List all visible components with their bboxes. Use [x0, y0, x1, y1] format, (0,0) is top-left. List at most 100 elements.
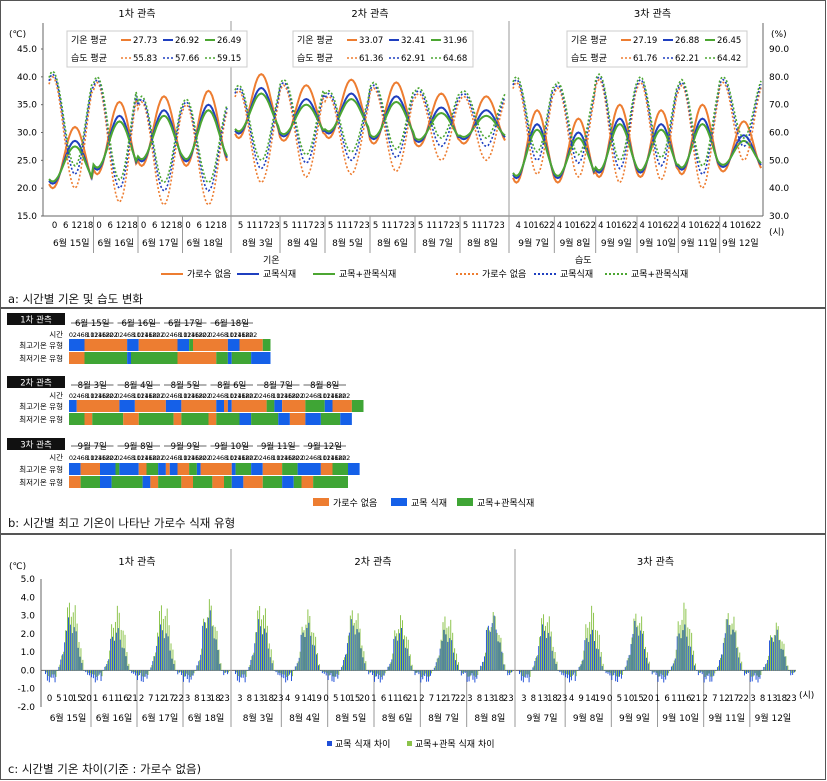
hour-tick: 17	[348, 221, 359, 231]
legend-label: 교목식재	[560, 269, 593, 280]
diff-bar-tree	[89, 670, 91, 676]
type-cell-treeshrub	[189, 339, 193, 351]
diff-bar-treeshrub	[128, 663, 130, 671]
diff-bar-tree	[763, 666, 765, 671]
diff-bar-tree	[744, 670, 746, 676]
diff-bar-treeshrub	[696, 670, 698, 671]
diff-bar-tree	[194, 670, 196, 671]
diff-bar-tree	[493, 615, 495, 671]
diff-bar-tree	[352, 625, 354, 671]
diff-bar-tree	[204, 622, 206, 671]
diff-bar-tree	[325, 670, 327, 676]
diff-bar-tree	[784, 656, 786, 671]
diff-bar-treeshrub	[220, 663, 222, 671]
humidity-average-value: 61.76	[633, 54, 657, 64]
diff-bar-tree	[599, 656, 601, 671]
diff-bar-treeshrub	[86, 670, 88, 672]
type-cell-treeshrub	[320, 413, 341, 425]
humidity-average-value: 62.91	[401, 54, 425, 64]
diff-bar-treeshrub	[773, 634, 775, 671]
hour-tick: 11	[471, 221, 482, 231]
diff-bar-tree	[102, 670, 104, 671]
legend-swatch	[327, 741, 332, 746]
diff-bar-treeshrub	[764, 666, 766, 671]
diff-bar-tree	[484, 656, 486, 671]
diff-bar-tree	[258, 619, 260, 671]
type-cell-tree	[69, 339, 85, 351]
diff-bar-treeshrub	[249, 664, 251, 671]
y-tick: 0.0	[21, 666, 36, 676]
hour-tick: 16	[657, 221, 668, 231]
diff-bar-tree	[91, 670, 92, 678]
diff-bar-treeshrub	[427, 670, 429, 677]
diff-bar-tree	[505, 670, 507, 671]
diff-bar-tree	[544, 630, 545, 671]
diff-bar-treeshrub	[571, 670, 573, 676]
diff-bar-tree	[617, 670, 619, 682]
hour-tick: 10	[688, 221, 699, 231]
diff-bar-tree	[549, 636, 551, 671]
diff-bar-tree	[453, 652, 455, 671]
diff-bar-treeshrub	[591, 605, 593, 671]
diff-bar-treeshrub	[415, 670, 417, 673]
type-cell-none	[123, 413, 139, 425]
diff-bar-tree	[647, 663, 649, 671]
diff-bar-tree	[732, 629, 734, 671]
hour-tick: 16	[740, 221, 751, 231]
diff-bar-tree	[117, 628, 119, 671]
diff-bar-treeshrub	[45, 670, 47, 673]
temp-average-value: 26.45	[717, 36, 741, 46]
diff-bar-treeshrub	[643, 631, 645, 671]
diff-bar-tree	[582, 659, 584, 671]
diff-bar-treeshrub	[120, 629, 122, 671]
diff-bar-treeshrub	[660, 670, 662, 674]
diff-bar-tree	[669, 670, 670, 671]
diff-bar-tree	[501, 651, 503, 671]
diff-bar-treeshrub	[261, 619, 263, 671]
diff-bar-tree	[694, 665, 696, 671]
hour-tick: 4	[557, 221, 562, 231]
hour-tick: 23	[359, 221, 370, 231]
diff-bar-treeshrub	[777, 626, 779, 671]
diff-bar-treeshrub	[712, 670, 714, 677]
diff-bar-treeshrub	[367, 670, 369, 671]
diff-bar-tree	[659, 670, 661, 677]
diff-bar-treeshrub	[562, 670, 564, 673]
diff-bar-treeshrub	[523, 670, 525, 677]
diff-bar-treeshrub	[328, 670, 330, 676]
hour-tick: 6	[63, 221, 68, 231]
type-cell-none	[150, 476, 159, 488]
diff-bar-treeshrub	[365, 661, 367, 671]
series-line-temp-treeshrub	[512, 122, 762, 177]
max-temp-type-heatmap: 1차 관측시간최고기온 유형최저기온 유형6월 15일6월 15일0 2 4 6 810…	[7, 313, 534, 509]
right-axis-unit: (%)	[771, 30, 787, 40]
diff-bar-tree	[674, 658, 676, 671]
diff-bar-treeshrub	[656, 670, 658, 673]
diff-bar-treeshrub	[465, 670, 467, 672]
panel-a-caption: a: 시간별 기온 및 습도 변화	[8, 292, 143, 306]
diff-bar-tree	[207, 617, 209, 671]
diff-bar-treeshrub	[543, 614, 545, 671]
diff-bar-tree	[397, 640, 399, 671]
diff-bar-tree	[401, 628, 402, 671]
diff-bar-tree	[137, 670, 138, 681]
hour-tick: 3	[237, 694, 242, 704]
type-cell-treeshrub	[158, 476, 182, 488]
diff-bar-tree	[60, 659, 62, 671]
diff-bar-tree	[526, 670, 528, 678]
diff-bar-treeshrub	[378, 670, 380, 676]
diff-bar-tree	[389, 663, 391, 671]
diff-bar-treeshrub	[332, 670, 334, 677]
type-cell-none	[134, 400, 166, 412]
diff-bar-treeshrub	[276, 670, 278, 672]
day-label: 8월 4일	[124, 380, 153, 391]
humidity-average-label: 습도 평균	[71, 53, 107, 64]
diff-bar-tree	[770, 637, 772, 671]
diff-bar-treeshrub	[136, 670, 137, 674]
diff-bar-tree	[709, 670, 711, 682]
diff-bar-tree	[613, 670, 615, 676]
diff-bar-treeshrub	[278, 670, 280, 673]
y-right-tick: 80.0	[769, 73, 789, 83]
diff-bar-tree	[626, 660, 628, 671]
diff-bar-treeshrub	[199, 659, 201, 671]
